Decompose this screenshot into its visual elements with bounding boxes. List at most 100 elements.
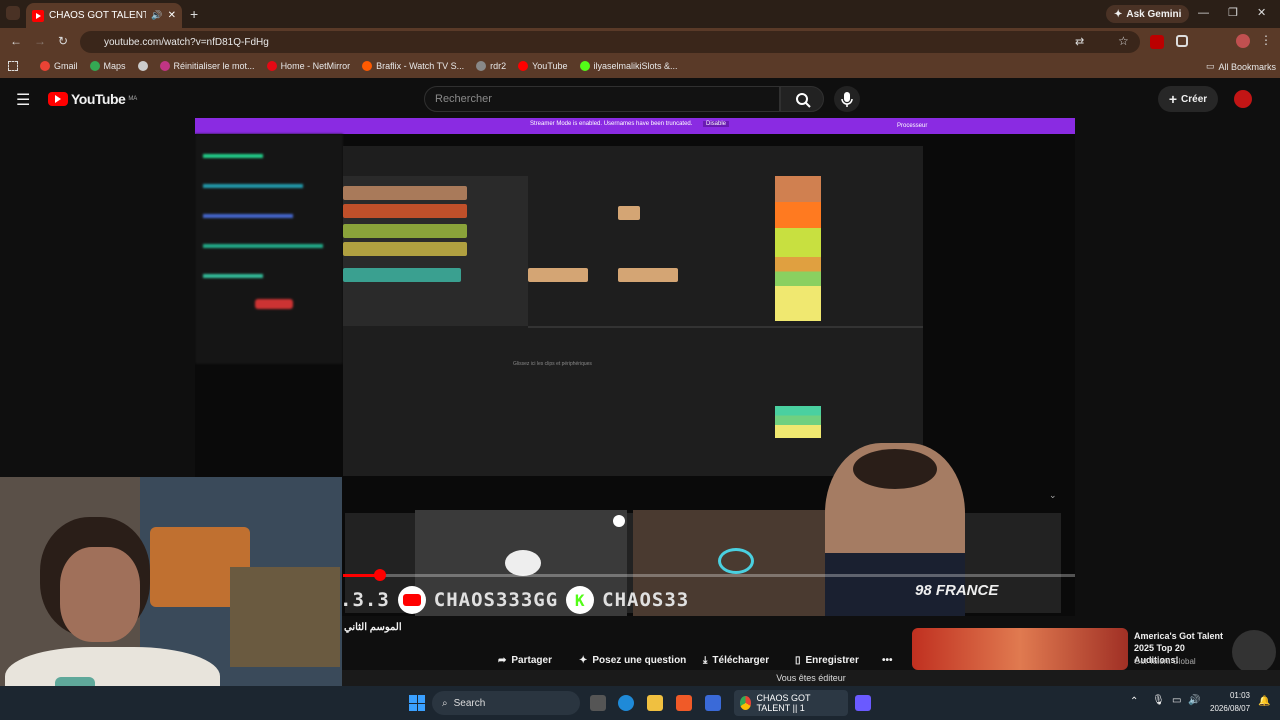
sparkle-icon: ✦ [579, 654, 588, 666]
tray-chevron-icon[interactable]: ⌃ [1130, 696, 1138, 707]
bookmark-favicon-icon [159, 61, 170, 71]
share-icon: ➦ [498, 654, 507, 666]
download-icon: ⤓ [703, 654, 708, 666]
daw-screen: Glissez ici les clips et périphériques [343, 146, 923, 476]
file-explorer-icon[interactable] [647, 695, 663, 711]
youtube-logo-text: YouTube [71, 91, 126, 107]
search-button[interactable] [780, 86, 824, 112]
hamburger-menu-icon[interactable]: ☰ [16, 90, 30, 110]
bookmark-label: rdr2 [490, 61, 507, 71]
edge-icon[interactable] [618, 695, 634, 711]
banner-left-text: .3.3 [340, 589, 390, 611]
ask-gemini-label: Ask Gemini [1126, 8, 1182, 20]
more-actions-button[interactable]: ••• [882, 650, 893, 670]
bookmark-item[interactable]: Réinitialiser le mot... [159, 61, 255, 71]
extensions-icon[interactable] [1176, 35, 1188, 47]
bookmark-favicon-icon [137, 61, 148, 71]
clock-time: 01:03 [1229, 691, 1250, 700]
bookmark-label: Réinitialiser le mot... [173, 61, 255, 71]
profile-avatar[interactable] [1236, 34, 1250, 48]
all-bookmarks-button[interactable]: ▭ All Bookmarks [1206, 61, 1276, 72]
bookmark-item[interactable]: Gmail [40, 61, 78, 71]
url-text: youtube.com/watch?v=nfD81Q-FdHg [104, 36, 269, 48]
suggested-channel[interactable]: Got Talent Global [1134, 657, 1196, 666]
apps-grid-icon[interactable] [8, 61, 18, 71]
clock[interactable]: 01:03 2026/08/07 [1210, 689, 1250, 715]
bookmark-list: Gmail Maps Réinitialiser le mot... Home - N… [40, 61, 678, 71]
bookmark-favicon-icon [89, 61, 100, 71]
tab-active[interactable]: CHAOS GOT TALENT || 🔊 ✕ [26, 3, 182, 28]
bookmark-label: Braflix - Watch TV S... [376, 61, 465, 71]
volume-icon[interactable]: 🔊 [1188, 695, 1200, 706]
store-icon[interactable] [705, 695, 721, 711]
bookmark-item[interactable]: YouTube [518, 61, 568, 71]
notifications-icon[interactable]: 🔔 [1258, 696, 1270, 707]
taskbar-chrome-title: CHAOS GOT TALENT || 1 [756, 693, 811, 713]
task-view-icon[interactable] [590, 695, 606, 711]
bookmark-favicon-icon [579, 61, 590, 71]
close-window-button[interactable]: ✕ [1257, 6, 1266, 19]
bookmark-item[interactable]: Braflix - Watch TV S... [362, 61, 464, 71]
youtube-channel-icon [397, 586, 426, 614]
search-input[interactable]: Rechercher [424, 86, 780, 112]
network-icon[interactable]: ▭ [1172, 695, 1181, 706]
translate-icon[interactable]: ⇄ [1075, 35, 1084, 48]
save-label: Enregistrer [805, 654, 859, 666]
bookmarks-bar: Gmail Maps Réinitialiser le mot... Home - N… [0, 56, 1280, 78]
url-field[interactable]: youtube.com/watch?v=nfD81Q-FdHg [80, 31, 1140, 53]
tab-close-icon[interactable]: ✕ [168, 10, 176, 21]
chevron-down-icon[interactable]: ⌄ [1049, 490, 1057, 501]
bookmark-label: YouTube [532, 61, 568, 71]
ask-gemini-button[interactable]: ✦ Ask Gemini [1106, 5, 1190, 23]
suggested-thumbnail[interactable] [912, 628, 1128, 670]
taskbar-search[interactable]: ⌕ Search [432, 691, 580, 715]
voice-search-button[interactable] [834, 86, 860, 112]
forward-icon[interactable]: → [34, 34, 46, 48]
save-button[interactable]: ▯ Enregistrer [795, 650, 859, 670]
windows-start-icon[interactable] [409, 695, 425, 711]
share-button[interactable]: ➦ Partager [498, 650, 552, 670]
save-icon: ▯ [795, 654, 801, 666]
taskbar-chrome-app[interactable]: CHAOS GOT TALENT || 1 [734, 690, 848, 716]
progress-track[interactable] [343, 574, 1075, 577]
bookmark-item[interactable]: Home - NetMirror [266, 61, 351, 71]
youtube-play-logo-icon [48, 92, 68, 106]
streamer-mode-bar: Streamer Mode is enabled. Usernames have… [195, 118, 1075, 134]
bookmark-label: Home - NetMirror [280, 61, 351, 71]
brave-icon[interactable] [676, 695, 692, 711]
bookmark-label: Gmail [54, 61, 78, 71]
ask-question-button[interactable]: ✦ Posez une question [579, 650, 686, 670]
daw-drop-hint: Glissez ici les clips et périphériques [513, 361, 592, 367]
bookmark-item[interactable] [137, 61, 148, 71]
kick-handle: CHAOS33 [602, 589, 690, 611]
user-avatar[interactable] [1234, 90, 1252, 108]
bookmark-favicon-icon [476, 61, 487, 71]
mic-tray-icon[interactable]: 🎙 [1152, 695, 1165, 706]
youtube-logo[interactable]: YouTube MA [48, 91, 137, 107]
search-icon: ⌕ [442, 697, 448, 709]
windows-taskbar: ⌕ Search CHAOS GOT TALENT || 1 ⌃ 🎙 ▭ 🔊 01… [0, 686, 1280, 720]
minimize-button[interactable]: — [1198, 7, 1209, 19]
create-button[interactable]: + Créer [1158, 86, 1218, 112]
tab-search-icon[interactable] [6, 6, 20, 20]
maximize-button[interactable]: ❐ [1228, 6, 1238, 19]
bookmark-favicon-icon [40, 61, 50, 71]
reload-icon[interactable]: ↻ [58, 34, 68, 48]
new-tab-button[interactable]: + [190, 6, 198, 22]
bookmark-star-icon[interactable]: ☆ [1118, 34, 1129, 48]
audio-icon[interactable]: 🔊 [151, 10, 162, 21]
bookmark-favicon-icon [266, 61, 277, 71]
create-label: Créer [1181, 93, 1208, 105]
download-button[interactable]: ⤓ Télécharger [703, 650, 769, 670]
back-icon[interactable]: ← [10, 34, 22, 48]
extension-badge-icon[interactable] [1150, 35, 1164, 49]
youtube-favicon-icon [32, 9, 44, 22]
bookmark-item[interactable]: rdr2 [476, 61, 506, 71]
webcam-overlay [0, 477, 342, 720]
teams-icon[interactable] [855, 695, 871, 711]
bookmark-item[interactable]: ilyaselmalikiSlots &... [579, 61, 678, 71]
kick-channel-icon: K [566, 586, 595, 614]
chrome-menu-icon[interactable]: ⋮ [1260, 33, 1272, 47]
bookmark-item[interactable]: Maps [89, 61, 126, 71]
thumbnail-settings-icon[interactable] [613, 515, 625, 527]
